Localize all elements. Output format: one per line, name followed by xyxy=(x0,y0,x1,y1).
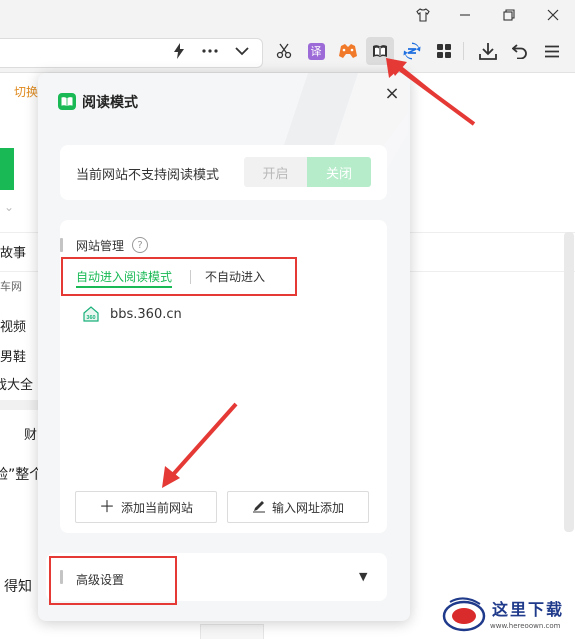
more-icon[interactable] xyxy=(199,40,221,62)
sync-icon[interactable] xyxy=(401,40,423,62)
bg-item-3[interactable]: 男鞋 xyxy=(0,346,26,365)
menu-icon[interactable] xyxy=(541,40,563,62)
address-bar[interactable] xyxy=(0,38,263,68)
undo-icon[interactable] xyxy=(509,40,531,62)
reader-mode-icon[interactable] xyxy=(369,40,391,62)
bg-item-4[interactable]: 戏大全 xyxy=(0,374,33,393)
reader-mode-popup: 阅读模式 × 当前网站不支持阅读模式 开启 关闭 网站管理 ? 自动进入阅读模式… xyxy=(38,73,410,621)
bg-item-2[interactable]: 视频 xyxy=(0,316,26,335)
watermark-text: 这里下载 xyxy=(492,600,565,619)
svg-text:360: 360 xyxy=(86,315,95,321)
switch-off-option[interactable]: 关闭 xyxy=(307,157,371,187)
title-bar xyxy=(0,0,575,30)
add-current-site-button[interactable]: ＋ 添加当前网站 xyxy=(75,491,217,523)
pen-icon xyxy=(252,499,266,516)
lightning-icon[interactable] xyxy=(168,40,190,62)
translate-icon[interactable]: 译 xyxy=(305,40,327,62)
bg-chevron: ⌄ xyxy=(4,200,15,214)
watermark-logo-icon xyxy=(442,597,486,632)
tshirt-icon[interactable] xyxy=(410,4,436,26)
bg-tab-fragment: 切换 xyxy=(14,85,39,99)
popup-close-icon[interactable]: × xyxy=(382,83,402,104)
annotation-box-tabs xyxy=(61,257,297,296)
close-icon[interactable] xyxy=(540,4,566,26)
download-icon[interactable] xyxy=(477,40,499,62)
game-icon[interactable] xyxy=(337,40,359,62)
help-icon[interactable]: ? xyxy=(132,237,148,253)
scissors-icon[interactable] xyxy=(273,40,295,62)
site-management-title: 网站管理 xyxy=(76,239,125,253)
site-360-icon: 360 xyxy=(83,306,99,322)
restore-icon[interactable] xyxy=(496,4,522,26)
add-by-url-button[interactable]: 输入网址添加 xyxy=(227,491,369,523)
bg-item-0[interactable]: 故事 xyxy=(0,242,26,261)
site-name: bbs.360.cn xyxy=(110,306,182,322)
switch-on-option[interactable]: 开启 xyxy=(244,157,307,187)
bg-bottom-tab xyxy=(200,624,264,639)
bg-green-block xyxy=(0,148,14,190)
bg-item-1[interactable]: 车网 xyxy=(0,278,22,294)
add-current-site-label: 添加当前网站 xyxy=(121,500,194,515)
bg-fragment-bottom: 得知 xyxy=(4,579,32,595)
popup-title: 阅读模式 xyxy=(82,95,138,111)
chevron-down-icon[interactable] xyxy=(231,40,253,62)
caret-down-icon[interactable]: ▼ xyxy=(359,570,367,583)
bg-fragment-quote: 验”整个 xyxy=(0,467,44,483)
annotation-box-advanced xyxy=(49,556,177,605)
reader-mode-logo-icon xyxy=(58,93,76,110)
toolbar-separator xyxy=(463,42,464,60)
unsupported-status-text: 当前网站不支持阅读模式 xyxy=(76,168,220,183)
add-by-url-label: 输入网址添加 xyxy=(271,500,344,515)
reader-status-card: 当前网站不支持阅读模式 开启 关闭 xyxy=(60,145,387,200)
site-list-item[interactable]: 360 bbs.360.cn xyxy=(82,304,182,324)
bg-divider xyxy=(0,400,38,410)
apps-grid-icon[interactable] xyxy=(433,40,455,62)
bg-fragment-right: 财 xyxy=(24,428,38,443)
watermark-url: www.hereoown.com xyxy=(490,622,561,630)
reader-mode-switch[interactable]: 开启 关闭 xyxy=(244,157,371,187)
plus-icon: ＋ xyxy=(98,497,115,516)
minimize-icon[interactable] xyxy=(452,4,478,26)
watermark: 这里下载 www.hereoown.com xyxy=(436,592,575,638)
bg-scrollbar[interactable] xyxy=(564,232,574,532)
section-marker xyxy=(60,238,63,252)
browser-toolbar: 译 xyxy=(0,30,575,73)
